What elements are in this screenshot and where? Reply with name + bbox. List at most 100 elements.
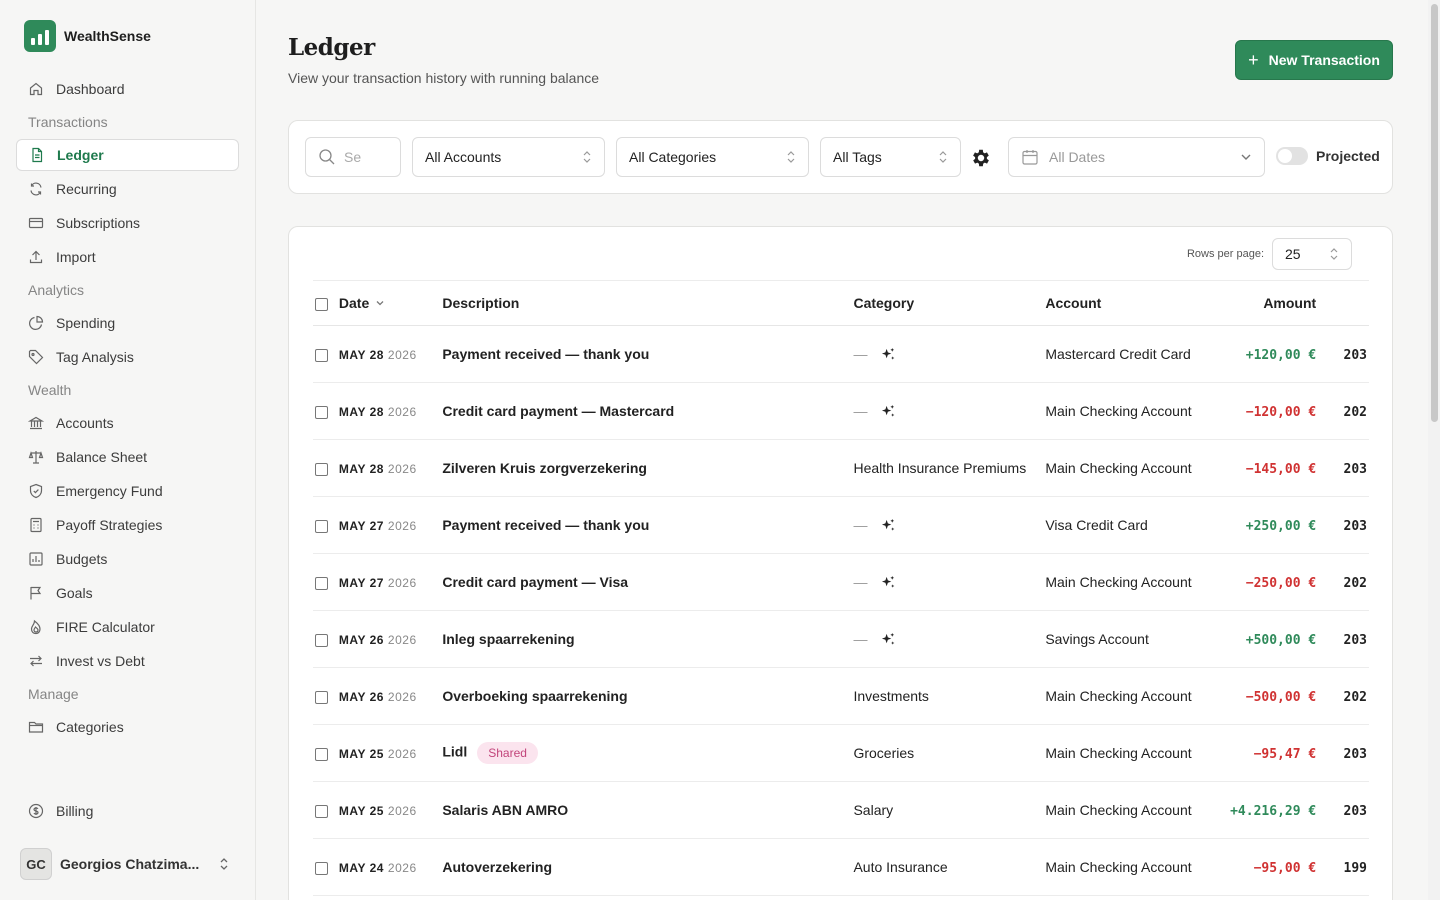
category-empty: — [853, 402, 868, 419]
row-checkbox[interactable] [315, 348, 328, 362]
rows-per-page-value: 25 [1285, 246, 1301, 262]
sidebar-item-goals[interactable]: Goals [16, 576, 239, 610]
row-checkbox[interactable] [315, 519, 328, 533]
description-text: Payment received — thank you [442, 346, 650, 362]
category-empty: — [853, 345, 868, 362]
refresh-icon [30, 182, 42, 196]
sidebar-item-categories[interactable]: Categories [16, 710, 239, 744]
sidebar-item-accounts[interactable]: Accounts [16, 406, 239, 440]
row-select-cell [313, 668, 339, 725]
category-empty: — [853, 516, 868, 533]
table-row[interactable]: MAY 27 2026 Credit card payment — Visa — Mai… [313, 554, 1369, 611]
brand[interactable]: WealthSense [24, 20, 151, 52]
search-input[interactable]: Se [305, 137, 401, 177]
amount-cell: −120,00 € [1220, 383, 1316, 440]
sidebar-nav: Dashboard Transactions Ledger Recurring … [16, 72, 239, 744]
sidebar-item-invest-vs-debt[interactable]: Invest vs Debt [16, 644, 239, 678]
sidebar-item-ledger[interactable]: Ledger [16, 139, 239, 171]
row-checkbox[interactable] [315, 462, 328, 476]
row-checkbox[interactable] [315, 861, 328, 875]
gear-icon[interactable] [970, 147, 992, 169]
accounts-select[interactable]: All Accounts [412, 137, 605, 177]
row-checkbox[interactable] [315, 576, 328, 590]
sidebar-item-budgets[interactable]: Budgets [16, 542, 239, 576]
projected-label: Projected [1316, 148, 1380, 164]
ledger-table: Date Description Category Account Amount… [313, 280, 1369, 896]
sidebar-item-spending[interactable]: Spending [16, 306, 239, 340]
table-row[interactable]: MAY 25 2026 Salaris ABN AMRO Salary Main Che… [313, 782, 1369, 839]
sidebar-item-balance-sheet[interactable]: Balance Sheet [16, 440, 239, 474]
category-cell: — [853, 383, 1045, 440]
row-checkbox[interactable] [315, 804, 328, 818]
table-row[interactable]: MAY 27 2026 Payment received — thank you — V… [313, 497, 1369, 554]
description-cell: Payment received — thank you [442, 326, 853, 383]
date-year: 2026 [387, 804, 417, 818]
sidebar-item-payoff-strategies[interactable]: Payoff Strategies [16, 508, 239, 542]
shield-icon [29, 483, 43, 499]
date-cell: MAY 25 2026 [339, 725, 442, 782]
description-cell: Lidl Shared [442, 725, 853, 782]
home-icon [29, 82, 43, 96]
sparkle-icon[interactable] [881, 404, 896, 419]
date-cell: MAY 27 2026 [339, 554, 442, 611]
sparkle-icon[interactable] [881, 518, 896, 533]
filter-bar: Se All Accounts All Categories All Tags … [288, 120, 1393, 194]
row-checkbox[interactable] [315, 633, 328, 647]
sidebar-item-tag-analysis[interactable]: Tag Analysis [16, 340, 239, 374]
account-cell: Main Checking Account [1045, 460, 1192, 476]
table-row[interactable]: MAY 26 2026 Inleg spaarrekening — Savings Ac… [313, 611, 1369, 668]
user-menu[interactable]: GC Georgios Chatzima... [20, 846, 236, 882]
rows-per-page-select[interactable]: 25 [1272, 238, 1352, 270]
select-all-checkbox[interactable] [315, 297, 328, 311]
date-year: 2026 [387, 519, 417, 533]
sparkle-icon[interactable] [881, 575, 896, 590]
category-cell: — [853, 611, 1045, 668]
amount-cell: −95,47 € [1220, 725, 1317, 782]
sparkle-icon[interactable] [881, 632, 896, 647]
sidebar-item-fire-calculator[interactable]: FIRE Calculator [16, 610, 239, 644]
chevrons-up-down-icon [1330, 248, 1338, 260]
row-select-cell [313, 554, 339, 611]
amount-value: +120,00 € [1245, 347, 1317, 363]
brand-logo-icon [24, 20, 56, 52]
tags-select[interactable]: All Tags [820, 137, 961, 177]
row-checkbox[interactable] [315, 747, 328, 761]
sidebar-item-import[interactable]: Import [16, 240, 239, 274]
table-row[interactable]: MAY 24 2026 Autoverzekering Auto Insurance M… [313, 839, 1369, 896]
date-month-day: MAY 28 [338, 405, 384, 419]
categories-select[interactable]: All Categories [616, 137, 809, 177]
table-row[interactable]: MAY 25 2026 Lidl Shared Groceries Main Checki… [313, 725, 1369, 782]
date-year: 2026 [387, 690, 417, 704]
table-row[interactable]: MAY 26 2026 Overboeking spaarrekening Inves… [313, 668, 1369, 725]
chevrons-up-down-icon [583, 151, 591, 163]
amount-cell: +120,00 € [1220, 326, 1316, 383]
account-cell: Visa Credit Card [1045, 517, 1148, 533]
table-row[interactable]: MAY 28 2026 Zilveren Kruis zorgverzekering… [313, 440, 1369, 497]
sidebar-item-dashboard[interactable]: Dashboard [16, 72, 239, 106]
balance-cell: 202 [1316, 668, 1369, 725]
row-select-cell [313, 440, 339, 497]
sparkle-icon[interactable] [881, 347, 896, 362]
sidebar-item-subscriptions[interactable]: Subscriptions [16, 206, 239, 240]
sidebar-item-emergency-fund[interactable]: Emergency Fund [16, 474, 239, 508]
row-checkbox[interactable] [315, 690, 328, 704]
header-date[interactable]: Date [339, 281, 442, 326]
balance-value: 203 [1343, 518, 1367, 534]
balance-value: 203 [1343, 803, 1367, 819]
table-row[interactable]: MAY 28 2026 Credit card payment — Masterca… [313, 383, 1369, 440]
amount-cell: −500,00 € [1220, 668, 1316, 725]
table-row[interactable]: MAY 28 2026 Payment received — thank you — M… [313, 326, 1369, 383]
page-scrollbar[interactable] [1428, 0, 1440, 900]
row-checkbox[interactable] [315, 405, 328, 419]
sidebar-item-recurring[interactable]: Recurring [16, 172, 239, 206]
row-select-cell [313, 383, 339, 440]
amount-value: −120,00 € [1245, 404, 1317, 420]
sidebar-item-billing[interactable]: Billing [16, 794, 239, 828]
category-cell: Salary [853, 782, 1045, 839]
balance-value: 202 [1343, 689, 1367, 705]
date-range-select[interactable]: All Dates [1008, 137, 1265, 177]
new-transaction-button[interactable]: + New Transaction [1235, 40, 1393, 80]
projected-toggle[interactable] [1276, 147, 1308, 165]
scrollbar-thumb[interactable] [1431, 4, 1438, 422]
amount-value: −95,00 € [1253, 860, 1317, 876]
